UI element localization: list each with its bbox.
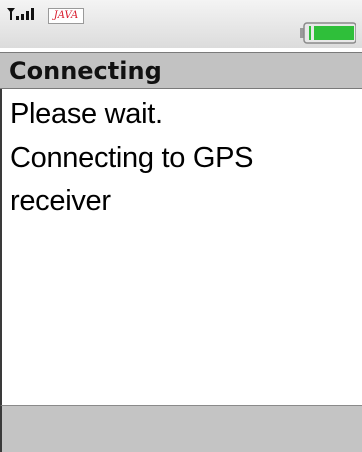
- title-bar: Connecting: [0, 52, 362, 89]
- message-line: receiver: [10, 185, 111, 217]
- screen-title: Connecting: [9, 57, 162, 85]
- message-line: Please wait.: [10, 98, 163, 130]
- softkey-bar[interactable]: [0, 405, 362, 452]
- java-badge: JAVA: [48, 8, 84, 24]
- message-area: Please wait. Connecting to GPS receiver: [0, 89, 362, 405]
- status-bar: JAVA: [0, 0, 362, 48]
- signal-strength-icon: [7, 8, 34, 20]
- battery-icon: [300, 22, 356, 44]
- message-line: Connecting to GPS: [10, 142, 254, 174]
- phone-screen: JAVA Connecting Please wait. Connecting …: [0, 0, 362, 452]
